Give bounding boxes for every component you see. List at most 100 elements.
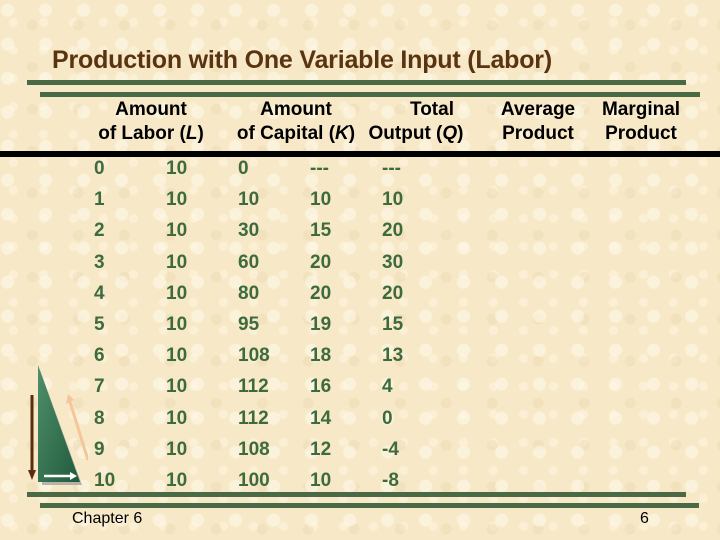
header-marginal-line2: Product [605,123,677,144]
average-product-cell: 12 [310,438,332,460]
average-product-cell: 20 [310,251,332,273]
header-divider [0,151,720,157]
table-row: 0 10 0 --- --- [0,158,720,189]
marginal-product-cell: 13 [382,345,404,367]
marginal-product-cell: -4 [382,438,399,460]
capital-cell: 10 [166,251,188,273]
capital-cell: 10 [166,158,188,179]
marginal-product-cell: -8 [382,470,399,491]
average-product-cell: --- [310,158,329,179]
average-product-cell: 20 [310,282,332,304]
header-text: ) [457,123,464,144]
header-capital-line1: Amount [260,99,332,120]
title-rule-bottom [40,92,700,97]
output-cell: 10 [238,189,260,211]
header-output: Total Output (Q) [364,98,468,146]
header-text: ) [197,123,204,144]
average-product-cell: 15 [310,220,332,242]
table-row: 2 10 30 15 20 [0,220,720,251]
triangle-arrows-logo-icon [28,365,88,485]
table-row: 5 10 95 19 15 [0,314,720,345]
capital-cell: 10 [166,282,188,304]
header-var: L [185,123,198,144]
header-labor: Amount of Labor (L) [92,98,210,146]
header-var: K [335,123,349,144]
labor-cell: 6 [94,345,105,367]
header-output-line1: Total [410,99,454,120]
output-cell: 112 [238,376,269,398]
header-text: of Labor ( [98,123,186,144]
capital-cell: 10 [166,189,188,211]
marginal-product-cell: 20 [382,282,404,304]
header-text: ) [348,123,356,144]
labor-cell: 9 [94,438,105,460]
header-capital-line2: of Capital (K) [230,122,362,146]
marginal-product-cell: 0 [382,407,393,429]
table-row: 4 10 80 20 20 [0,283,720,314]
labor-cell: 7 [94,376,105,398]
capital-cell: 10 [166,407,188,429]
chapter-label: Chapter 6 [72,510,143,527]
header-capital: Amount of Capital (K) [230,98,362,146]
marginal-product-cell: 30 [382,251,404,273]
table-row: 3 10 60 20 30 [0,252,720,283]
marginal-product-cell: 4 [382,376,393,398]
footer-rule-bottom [40,503,699,508]
labor-cell: 10 [94,470,116,491]
average-product-cell: 10 [310,189,332,211]
output-cell: 112 [238,407,269,429]
down-arrow-head [28,470,36,480]
output-cell: 80 [238,282,260,304]
header-text: Output ( [368,123,443,144]
header-var: Q [442,123,458,144]
capital-cell: 10 [166,314,188,335]
header-average-line1: Average [500,99,576,120]
output-cell: 60 [238,251,260,273]
marginal-product-cell: 10 [382,189,404,211]
header-average: Average Product [490,98,586,146]
table-row: 1 10 10 10 10 [0,189,720,220]
marginal-product-cell: 20 [382,220,404,242]
average-product-cell: 19 [310,314,332,335]
output-cell: 108 [238,345,270,367]
header-average-line2: Product [502,123,574,144]
capital-cell: 10 [166,470,188,491]
average-product-cell: 10 [310,470,332,491]
page-number: 6 [640,510,649,527]
table-row: 9 10 108 12 -4 [0,439,720,470]
table-row: 7 10 112 16 4 [0,376,720,407]
output-cell: 30 [238,220,260,242]
labor-cell: 0 [94,158,105,179]
header-marginal-line1: Marginal [601,99,681,120]
labor-cell: 1 [94,189,105,211]
average-product-cell: 18 [310,345,332,367]
slide-title: Production with One Variable Input (Labo… [52,46,552,74]
output-cell: 100 [238,470,270,491]
marginal-product-cell: 15 [382,314,404,335]
capital-cell: 10 [166,376,188,398]
header-marginal: Marginal Product [596,98,686,146]
table-row: 6 10 108 18 13 [0,345,720,376]
header-labor-line1: Amount [115,99,187,120]
average-product-cell: 16 [310,376,332,398]
capital-cell: 10 [166,220,188,242]
labor-cell: 2 [94,220,105,242]
labor-cell: 3 [94,251,105,273]
up-arrow-shaft [68,401,88,461]
title-rule-top [27,80,686,85]
marginal-product-cell: --- [382,158,401,179]
output-cell: 0 [238,158,249,179]
labor-cell: 4 [94,282,105,304]
capital-cell: 10 [166,345,188,367]
output-cell: 108 [238,438,270,460]
table-row: 8 10 112 14 0 [0,408,720,439]
header-output-line2: Output (Q) [364,122,468,146]
output-cell: 95 [238,314,260,335]
average-product-cell: 14 [310,407,332,429]
footer-rule-top [27,492,686,497]
labor-cell: 5 [94,314,105,335]
labor-cell: 8 [94,407,105,429]
capital-cell: 10 [166,438,188,460]
header-labor-line2: of Labor (L) [92,122,210,146]
header-text: of Capital ( [236,123,336,144]
